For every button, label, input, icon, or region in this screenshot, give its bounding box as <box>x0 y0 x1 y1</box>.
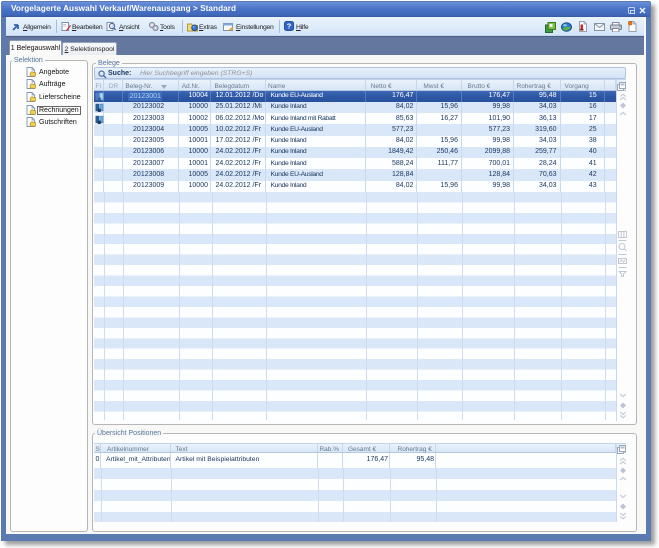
svg-text:?: ? <box>287 22 292 31</box>
